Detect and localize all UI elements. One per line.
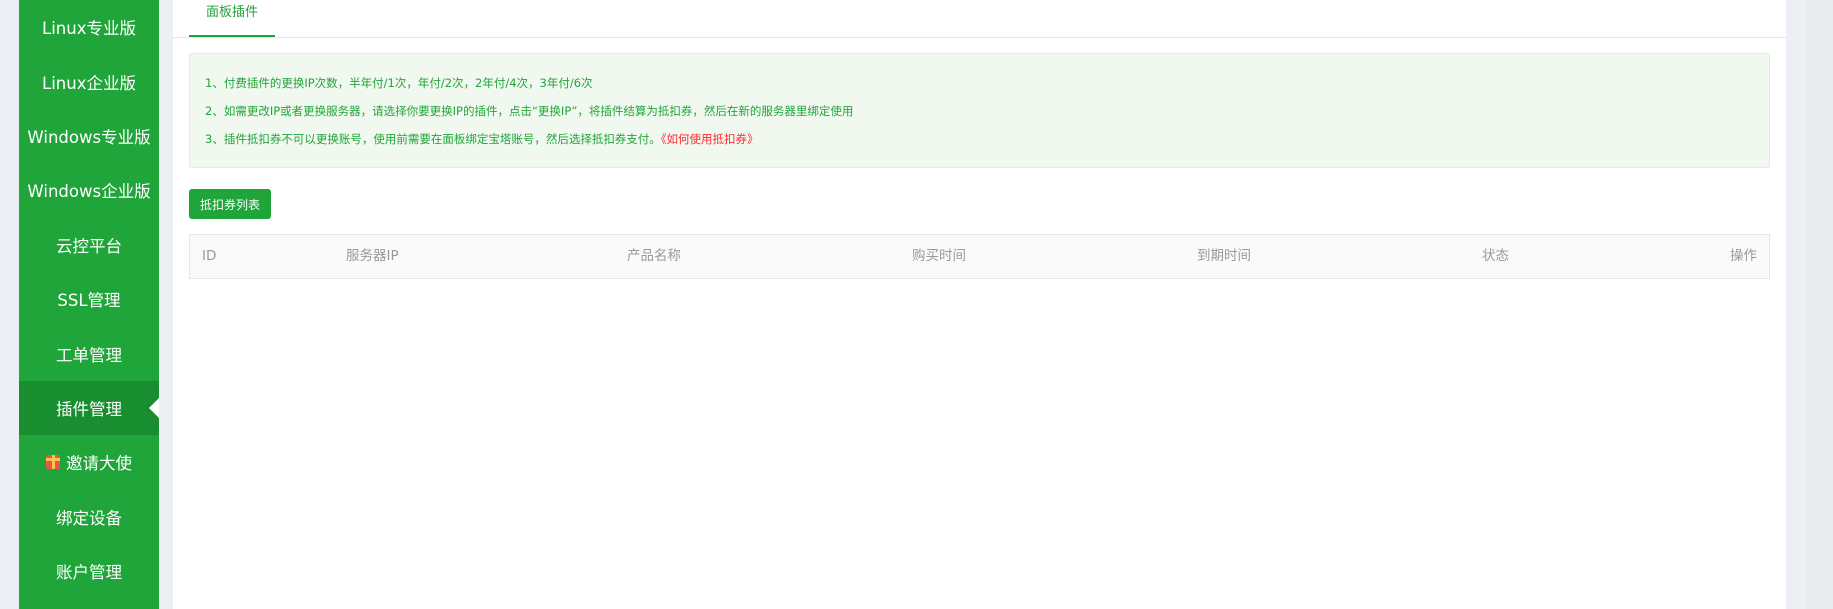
sidebar-item-linux-enterprise[interactable]: Linux企业版 [19, 54, 159, 108]
sidebar-item-plugins[interactable]: 插件管理 [19, 380, 159, 436]
column-header-expire-time: 到期时间 [1197, 248, 1251, 264]
sidebar-item-label: 绑定设备 [56, 508, 122, 528]
sidebar-item-invite[interactable]: 邀请大使 [19, 435, 159, 489]
tab-panel-plugins[interactable]: 面板插件 [189, 0, 275, 37]
sidebar-item-devices[interactable]: 绑定设备 [19, 490, 159, 544]
sidebar-item-cloud-control[interactable]: 云控平台 [19, 218, 159, 272]
sidebar-item-label: Windows专业版 [27, 127, 151, 147]
column-header-purchase-time: 购买时间 [912, 248, 966, 264]
sidebar-item-linux-pro[interactable]: Linux专业版 [19, 0, 159, 54]
sidebar-item-windows-pro[interactable]: Windows专业版 [19, 109, 159, 163]
main-panel: 面板插件 1、付费插件的更换IP次数，半年付/1次，年付/2次，2年付/4次，3… [173, 0, 1786, 609]
sidebar-item-label: Linux专业版 [42, 19, 136, 39]
sidebar: Linux专业版 Linux企业版 Windows专业版 Windows企业版 … [19, 0, 159, 609]
tab-bar: 面板插件 [173, 0, 1786, 38]
notice-line-3: 3、插件抵扣券不可以更换账号，使用前需要在面板绑定宝塔账号，然后选择抵扣券支付。… [205, 130, 1769, 158]
column-header-server-ip: 服务器IP [346, 248, 399, 264]
window-edge [1806, 0, 1833, 609]
notice-line-2: 2、如需更改IP或者更换服务器，请选择你要更换IP的插件，点击“更换IP”，将插… [205, 104, 854, 118]
column-header-product-name: 产品名称 [627, 248, 681, 264]
sidebar-item-windows-enterprise[interactable]: Windows企业版 [19, 163, 159, 217]
sidebar-item-account[interactable]: 账户管理 [19, 544, 159, 598]
coupon-help-link[interactable]: 《如何使用抵扣券》 [661, 132, 759, 146]
sidebar-item-label: 邀请大使 [66, 454, 132, 474]
sidebar-item-label: 工单管理 [56, 345, 122, 365]
sidebar-item-label: 插件管理 [56, 399, 122, 419]
coupon-table: ID 服务器IP 产品名称 购买时间 到期时间 状态 操作 [189, 234, 1770, 279]
notice-line-3-text: 3、插件抵扣券不可以更换账号，使用前需要在面板绑定宝塔账号，然后选择抵扣券支付。 [205, 132, 661, 146]
column-header-status: 状态 [1482, 248, 1509, 264]
sidebar-item-tickets[interactable]: 工单管理 [19, 326, 159, 380]
sidebar-item-label: 云控平台 [56, 236, 122, 256]
gift-icon [46, 455, 60, 470]
notice-box: 1、付费插件的更换IP次数，半年付/1次，年付/2次，2年付/4次，3年付/6次… [189, 53, 1770, 168]
sidebar-item-label: Windows企业版 [27, 182, 151, 202]
sidebar-item-label: 账户管理 [56, 563, 122, 583]
coupon-list-button[interactable]: 抵扣券列表 [189, 189, 271, 219]
sidebar-item-label: SSL管理 [57, 291, 121, 311]
sidebar-item-label: Linux企业版 [42, 73, 136, 93]
notice-line-1: 1、付费插件的更换IP次数，半年付/1次，年付/2次，2年付/4次，3年付/6次 [205, 76, 593, 90]
sidebar-item-ssl[interactable]: SSL管理 [19, 272, 159, 326]
column-header-action: 操作 [1730, 248, 1757, 264]
column-header-id: ID [202, 248, 217, 264]
